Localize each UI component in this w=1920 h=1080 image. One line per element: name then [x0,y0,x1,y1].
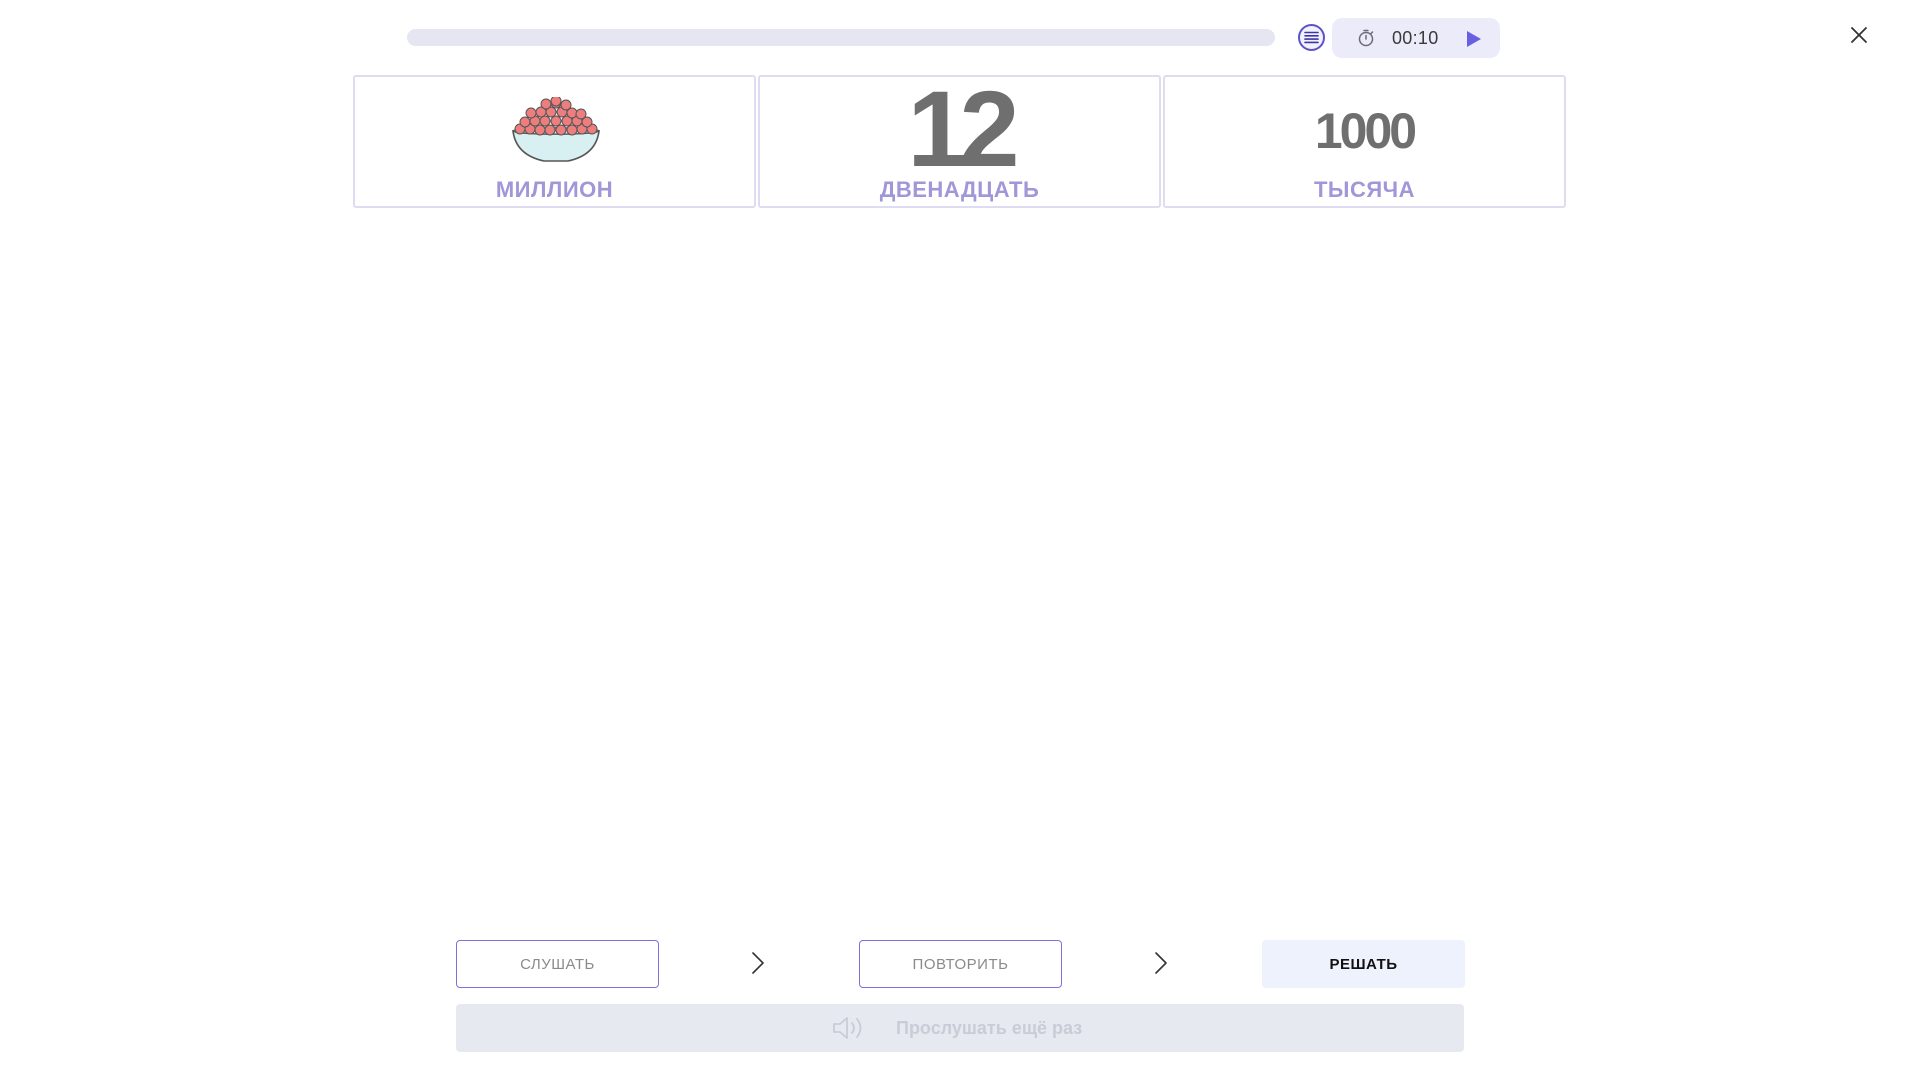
stopwatch-icon [1358,29,1374,47]
card-number: 12 [907,68,1019,189]
card-million[interactable]: МИЛЛИОН [353,75,756,208]
step-repeat-button[interactable]: ПОВТОРИТЬ [859,940,1062,988]
replay-label: Прослушать ещё раз [896,1018,1083,1038]
card-label: ДВЕНАДЦАТЬ [879,177,1040,202]
card-thousand[interactable]: 1000 ТЫСЯЧА [1163,75,1566,208]
card-label: МИЛЛИОН [495,177,614,202]
timer-pill: 00:10 [1332,18,1500,58]
caviar-bowl-image [512,97,600,162]
card-twelve[interactable]: 12 ДВЕНАДЦАТЬ [758,75,1161,208]
step-listen-button[interactable]: СЛУШАТЬ [456,940,659,988]
replay-button[interactable]: Прослушать ещё раз [456,1004,1464,1052]
card-number: 1000 [1314,103,1417,159]
lesson-progress-bar [407,29,1275,46]
chevron-right-icon [752,952,764,974]
list-button[interactable] [1298,24,1325,51]
chevron-right-icon [1155,952,1167,974]
play-icon[interactable] [1462,28,1484,50]
speaker-icon [833,1017,862,1039]
step-solve-button[interactable]: РЕШАТЬ [1262,940,1465,988]
card-label: ТЫСЯЧА [1313,177,1416,202]
close-icon[interactable] [1846,22,1872,48]
list-icon [1304,31,1319,44]
timer-value: 00:10 [1392,28,1439,48]
